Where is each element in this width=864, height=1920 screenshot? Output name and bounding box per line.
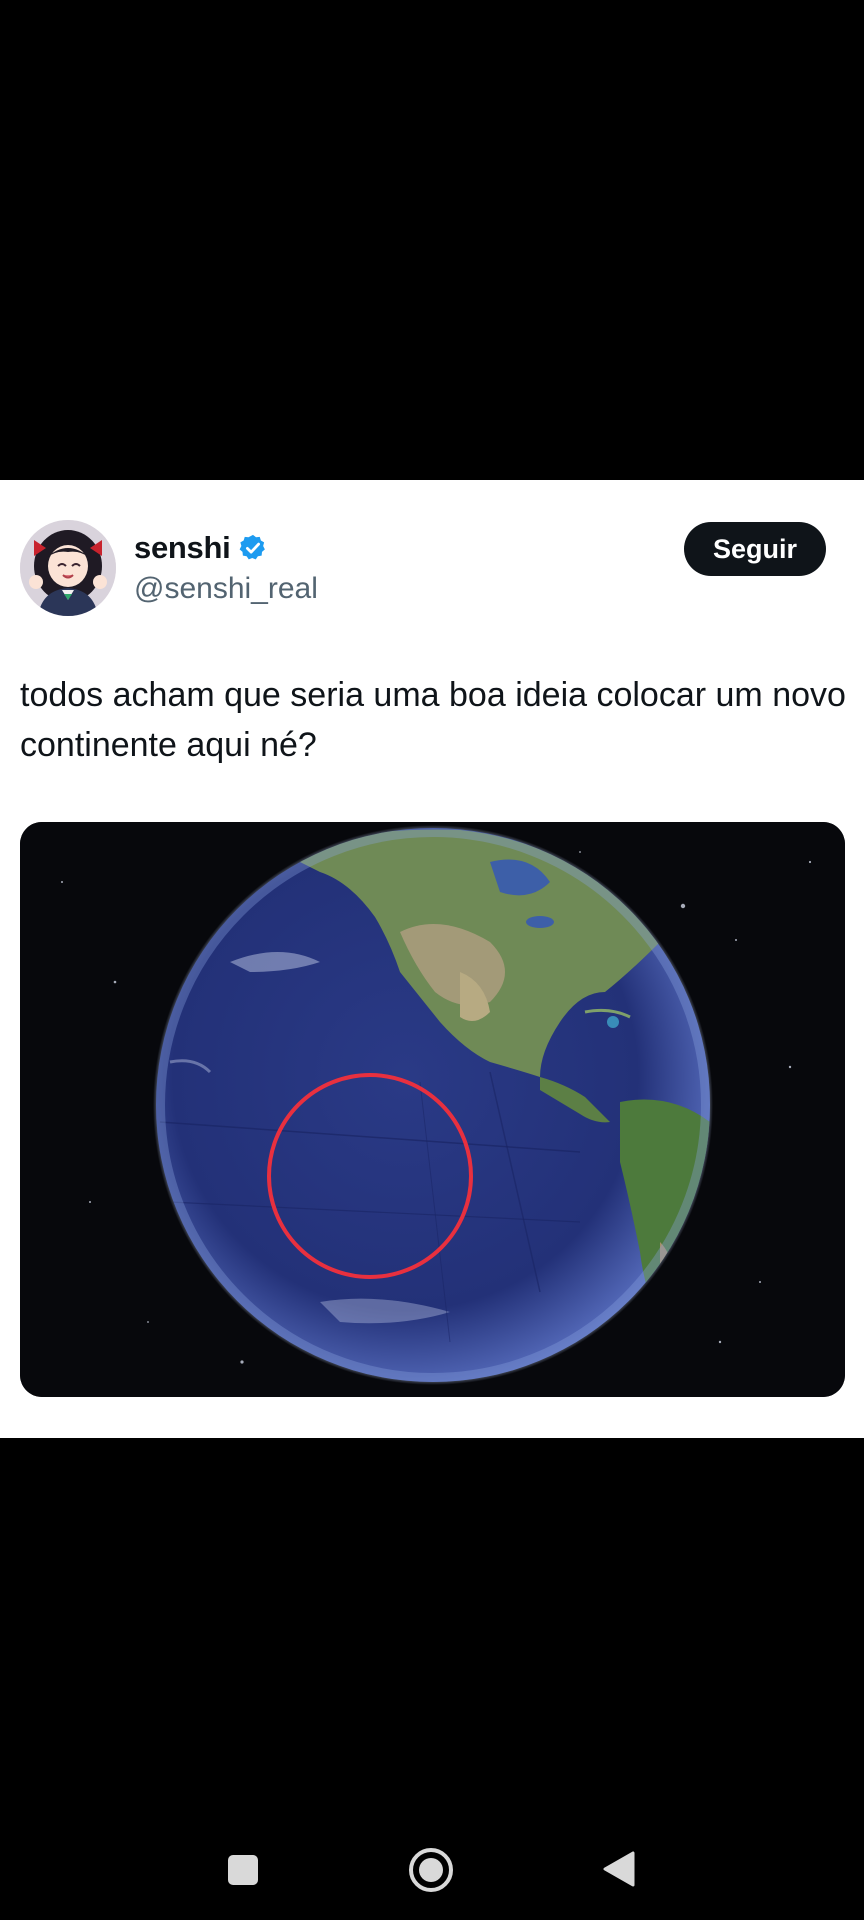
globe-image: [20, 822, 845, 1397]
display-name-row[interactable]: senshi: [134, 528, 268, 568]
follow-button[interactable]: Seguir: [684, 522, 826, 576]
circle-home-icon: [409, 1848, 453, 1892]
recents-button[interactable]: [227, 1854, 259, 1886]
tweet-media-image[interactable]: [20, 822, 845, 1397]
back-button[interactable]: [602, 1850, 636, 1888]
tweet-text: todos acham que seria uma boa ideia colo…: [20, 676, 846, 764]
avatar-illustration: [20, 520, 116, 616]
avatar[interactable]: [20, 520, 116, 616]
triangle-back-icon: [603, 1851, 635, 1887]
home-button[interactable]: [408, 1847, 454, 1893]
verified-badge-icon: [238, 533, 268, 563]
user-handle[interactable]: @senshi_real: [134, 572, 318, 606]
display-name[interactable]: senshi: [134, 530, 231, 566]
square-icon: [228, 1855, 258, 1885]
screen: senshi @senshi_real Seguir todos acham q…: [0, 0, 864, 1920]
system-navigation-bar: [0, 1810, 864, 1920]
tweet-card[interactable]: senshi @senshi_real Seguir todos acham q…: [0, 480, 864, 1438]
